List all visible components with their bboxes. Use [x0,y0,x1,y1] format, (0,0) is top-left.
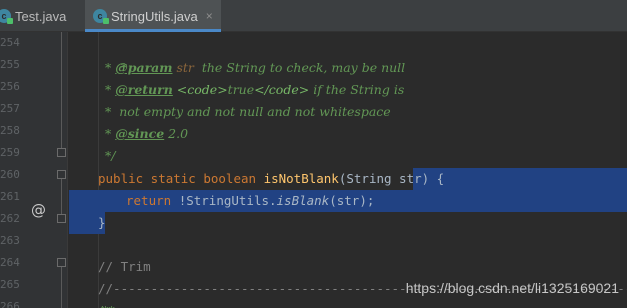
tab-label: Test.java [15,8,67,24]
close-icon[interactable]: × [206,9,213,23]
line-number: 259 [0,146,20,159]
fold-guide-line [61,179,62,214]
line-number: 261 [0,190,20,203]
code-line: return !StringUtils.isBlank(str); [126,193,375,208]
line-number: 255 [0,58,20,71]
annotation-marker-icon[interactable]: @ [31,201,46,219]
fold-guide-line [61,32,62,148]
line-number: 266 [0,300,20,308]
java-class-icon: c [93,9,109,24]
line-number: 265 [0,278,20,291]
code-line: public static boolean isNotBlank(String … [98,171,445,186]
tab-label: StringUtils.java [111,8,198,24]
watermark: https://blog.csdn.net/li1325169021 [405,280,619,296]
code-line: * not empty and not null and not whitesp… [105,104,391,119]
fold-end-icon[interactable] [57,214,66,223]
line-number-gutter: 254 255 256 257 258 259 260 261 262 263 … [0,32,68,308]
code-line: // Trim [98,259,151,274]
fold-start-icon[interactable] [57,258,66,267]
line-number: 257 [0,102,20,115]
line-number: 264 [0,256,20,269]
code-line: */ [105,148,116,163]
line-number: 262 [0,212,20,225]
fold-start-icon[interactable] [57,170,66,179]
code-line: * @return <code>true</code> if the Strin… [105,82,405,97]
code-line: * @since 2.0 [105,126,189,141]
line-number: 260 [0,168,20,181]
line-number: 263 [0,234,20,247]
code-line: } [98,215,106,230]
code-line: * @param str the String to check, may be… [105,60,406,75]
code-line: * [120,60,128,75]
code-editor[interactable]: * * @param str the String to check, may … [69,32,627,308]
tab-stringutils-java[interactable]: c StringUtils.java × [85,0,221,32]
fold-guide-line [61,267,62,308]
line-number: 258 [0,124,20,137]
java-class-icon: c [0,9,13,24]
code-line: /** [98,300,115,308]
line-number: 256 [0,80,20,93]
selection-highlight [413,168,627,190]
fold-end-icon[interactable] [57,148,66,157]
tab-test-java[interactable]: c Test.java [0,0,85,32]
line-number: 254 [0,36,20,49]
editor-tab-bar: c Test.java c StringUtils.java × [0,0,627,32]
